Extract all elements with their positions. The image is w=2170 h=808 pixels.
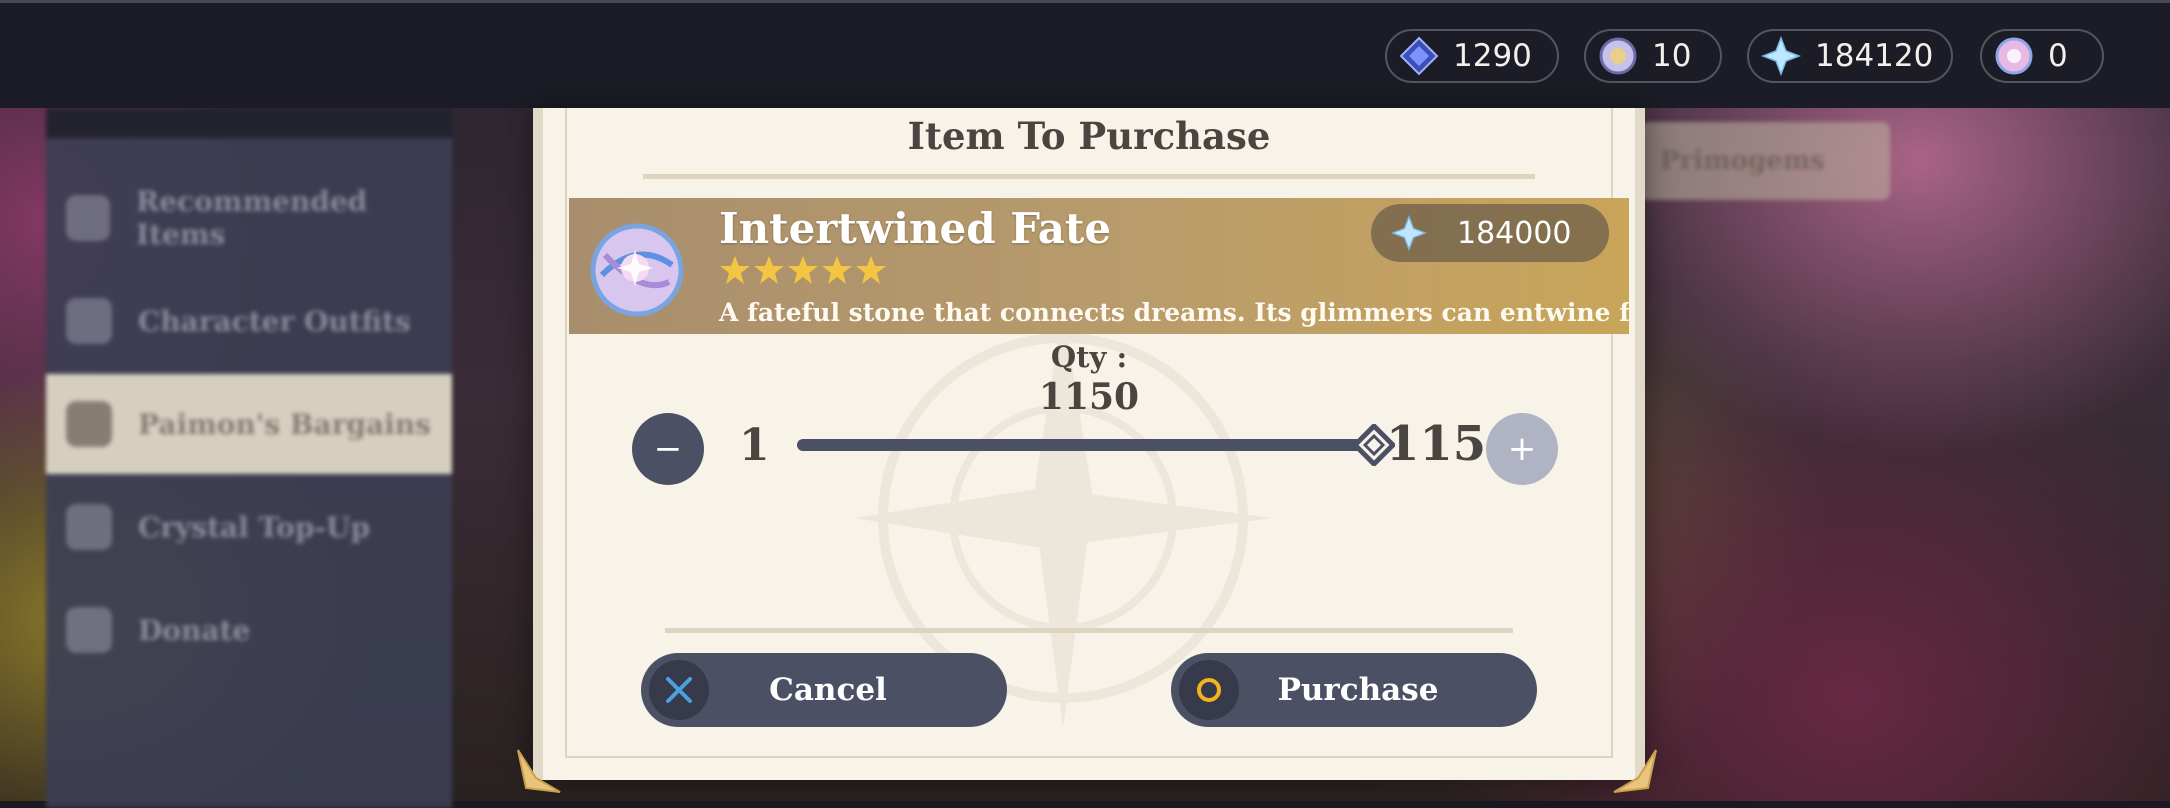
purchase-label: Purchase	[1277, 672, 1439, 708]
shop-sidebar: Recommended Items Character Outfits Paim…	[46, 108, 452, 808]
cancel-button[interactable]: Cancel	[641, 653, 1007, 727]
currency-intertwined-fate[interactable]: 0	[1980, 29, 2104, 83]
sidebar-item-label: Recommended Items	[136, 185, 368, 251]
quantity-label: Qty :	[1050, 340, 1128, 374]
recommended-icon	[66, 195, 111, 241]
corner-ornament-icon	[1613, 749, 1657, 793]
purchase-button[interactable]: Purchase	[1171, 653, 1537, 727]
price-tag: 184000	[1371, 204, 1609, 262]
title-divider	[643, 174, 1535, 179]
price-value: 184000	[1457, 215, 1572, 251]
star-icon	[822, 256, 852, 284]
star-icon	[754, 256, 784, 284]
plus-icon: +	[1507, 429, 1537, 469]
sidebar-item-label: Crystal Top-Up	[138, 510, 371, 544]
buttons-divider	[665, 628, 1513, 633]
sidebar-item-recommended[interactable]: Recommended Items	[46, 168, 452, 268]
item-name: Intertwined Fate	[719, 204, 1112, 253]
star-icon	[856, 256, 886, 284]
currency-primogem[interactable]: 184120	[1747, 29, 1953, 83]
quantity-min: 1	[739, 420, 770, 471]
rarity-stars	[719, 254, 887, 286]
banner-label: Primogems	[1660, 146, 1825, 176]
dialog-title: Item To Purchase	[907, 114, 1271, 158]
sidebar-header	[46, 108, 452, 138]
intertwined-fate-icon	[590, 223, 684, 317]
currency-value: 184120	[1815, 38, 1934, 74]
outfit-icon	[66, 298, 112, 344]
sidebar-item-bargains[interactable]: Paimon's Bargains	[46, 374, 452, 474]
gem-icon	[66, 607, 112, 653]
item-description: A fateful stone that connects dreams. It…	[719, 298, 1629, 327]
sidebar-item-label: Paimon's Bargains	[138, 407, 431, 441]
star-icon	[720, 256, 750, 284]
corner-ornament-icon	[517, 749, 561, 793]
currency-genesis-crystal[interactable]: 1290	[1385, 29, 1559, 83]
quantity-value: 1150	[1038, 376, 1140, 418]
currency-bar: 1290 10 184120 0	[0, 0, 2170, 108]
background-banner: Primogems	[1640, 122, 1890, 200]
currency-value: 10	[1652, 38, 1692, 74]
sidebar-item-outfits[interactable]: Character Outfits	[46, 271, 452, 371]
genesis-crystal-icon	[1399, 36, 1439, 76]
quantity-slider[interactable]	[797, 439, 1367, 451]
minus-icon: −	[653, 429, 683, 469]
item-card: Intertwined Fate A fateful stone that co…	[569, 198, 1629, 334]
bag-icon	[66, 401, 112, 447]
sidebar-item-label: Character Outfits	[138, 304, 411, 338]
currency-value: 0	[2048, 38, 2068, 74]
cancel-label: Cancel	[769, 672, 887, 708]
decrease-quantity-button[interactable]: −	[632, 413, 704, 485]
sidebar-item-topup[interactable]: Crystal Top-Up	[46, 477, 452, 577]
sidebar-item-label: Donate	[138, 613, 251, 647]
currency-value: 1290	[1453, 38, 1532, 74]
primogem-icon	[1761, 36, 1801, 76]
currency-acquaint-fate[interactable]: 10	[1584, 29, 1722, 83]
sidebar-item-donate[interactable]: Donate	[46, 580, 452, 680]
acquaint-fate-icon	[1598, 36, 1638, 76]
circle-icon	[1179, 660, 1239, 720]
star-icon	[788, 256, 818, 284]
increase-quantity-button[interactable]: +	[1486, 413, 1558, 485]
crystal-icon	[66, 504, 112, 550]
primogem-icon	[1391, 215, 1427, 251]
cross-icon	[649, 660, 709, 720]
purchase-dialog: Item To Purchase Intertwined Fate A fate…	[533, 108, 1645, 780]
intertwined-fate-icon	[1994, 36, 2034, 76]
